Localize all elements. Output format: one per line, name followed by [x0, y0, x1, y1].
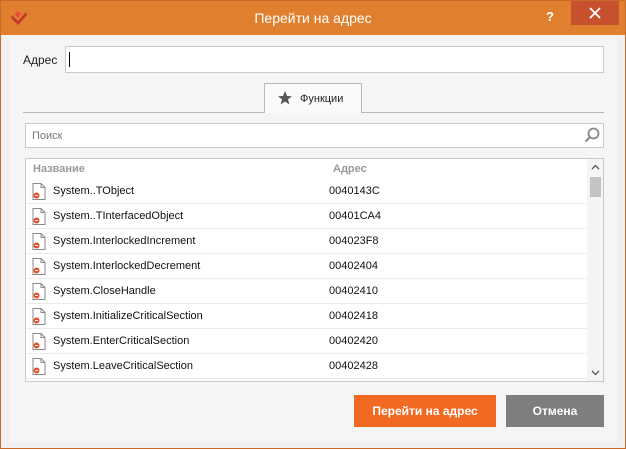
function-file-icon — [32, 208, 46, 225]
address-label: Адрес — [23, 53, 58, 67]
column-header-name[interactable]: Название — [33, 163, 85, 175]
row-name: System.InterlockedIncrement — [53, 235, 196, 247]
window-title: Перейти на адрес — [254, 10, 372, 26]
row-name: System.InterlockedDecrement — [53, 260, 201, 272]
row-address: 00402420 — [329, 335, 378, 347]
row-address: 0040143C — [329, 185, 380, 197]
list-row[interactable]: System.EnterCriticalSection 00402420 — [26, 329, 587, 354]
close-button[interactable] — [571, 1, 619, 25]
list-row[interactable]: System.CloseHandle 00402410 — [26, 279, 587, 304]
row-address: 00402404 — [329, 260, 378, 272]
row-name: System.EnterCriticalSection — [53, 335, 190, 347]
list-header: Название Адрес — [26, 159, 587, 179]
star-icon — [278, 91, 292, 105]
row-address: 004023F8 — [329, 235, 379, 247]
list-row[interactable]: System..TInterfacedObject 00401CA4 — [26, 204, 587, 229]
goto-address-dialog: Перейти на адрес ? Адрес Функции Названи… — [0, 0, 626, 449]
list-row[interactable]: System.InitializeCriticalSection 0040241… — [26, 304, 587, 329]
row-name: System.LeaveCriticalSection — [53, 360, 194, 372]
function-file-icon — [32, 333, 46, 350]
row-name: System..TInterfacedObject — [53, 210, 184, 222]
help-button[interactable]: ? — [539, 7, 561, 27]
column-header-address[interactable]: Адрес — [333, 163, 367, 175]
list-row[interactable]: System..TObject 0040143C — [26, 179, 587, 204]
function-file-icon — [32, 183, 46, 200]
chevron-down-icon[interactable] — [587, 364, 604, 381]
list-rows: System..TObject 0040143C System..TInterf… — [26, 179, 587, 379]
functions-list[interactable]: Название Адрес System..TObject 0040143C … — [25, 158, 604, 382]
cancel-button[interactable]: Отмена — [506, 395, 604, 427]
function-file-icon — [32, 308, 46, 325]
text-caret — [69, 52, 70, 67]
row-address: 00401CA4 — [329, 210, 381, 222]
chevron-up-icon[interactable] — [587, 159, 604, 176]
close-icon — [589, 7, 601, 19]
list-row[interactable]: System.LeaveCriticalSection 00402428 — [26, 354, 587, 379]
function-file-icon — [32, 258, 46, 275]
go-to-address-button[interactable]: Перейти на адрес — [354, 395, 496, 427]
search-input[interactable] — [25, 123, 604, 148]
tab-functions-label: Функции — [300, 93, 344, 105]
address-input[interactable] — [65, 46, 604, 73]
function-file-icon — [32, 283, 46, 300]
scrollbar-thumb[interactable] — [590, 177, 601, 197]
tab-functions[interactable]: Функции — [264, 83, 362, 113]
row-name: System.InitializeCriticalSection — [53, 310, 203, 322]
title-bar[interactable]: Перейти на адрес ? — [1, 1, 625, 35]
function-file-icon — [32, 233, 46, 250]
function-file-icon — [32, 358, 46, 375]
list-scrollbar[interactable] — [587, 159, 604, 381]
row-name: System.CloseHandle — [53, 285, 156, 297]
list-row[interactable]: System.InterlockedDecrement 00402404 — [26, 254, 587, 279]
search-icon[interactable] — [584, 127, 600, 143]
list-row[interactable]: System.InterlockedIncrement 004023F8 — [26, 229, 587, 254]
dialog-content: Адрес Функции Название Адрес System..TOb… — [9, 35, 617, 442]
row-name: System..TObject — [53, 185, 135, 197]
row-address: 00402418 — [329, 310, 378, 322]
row-address: 00402428 — [329, 360, 378, 372]
row-address: 00402410 — [329, 285, 378, 297]
